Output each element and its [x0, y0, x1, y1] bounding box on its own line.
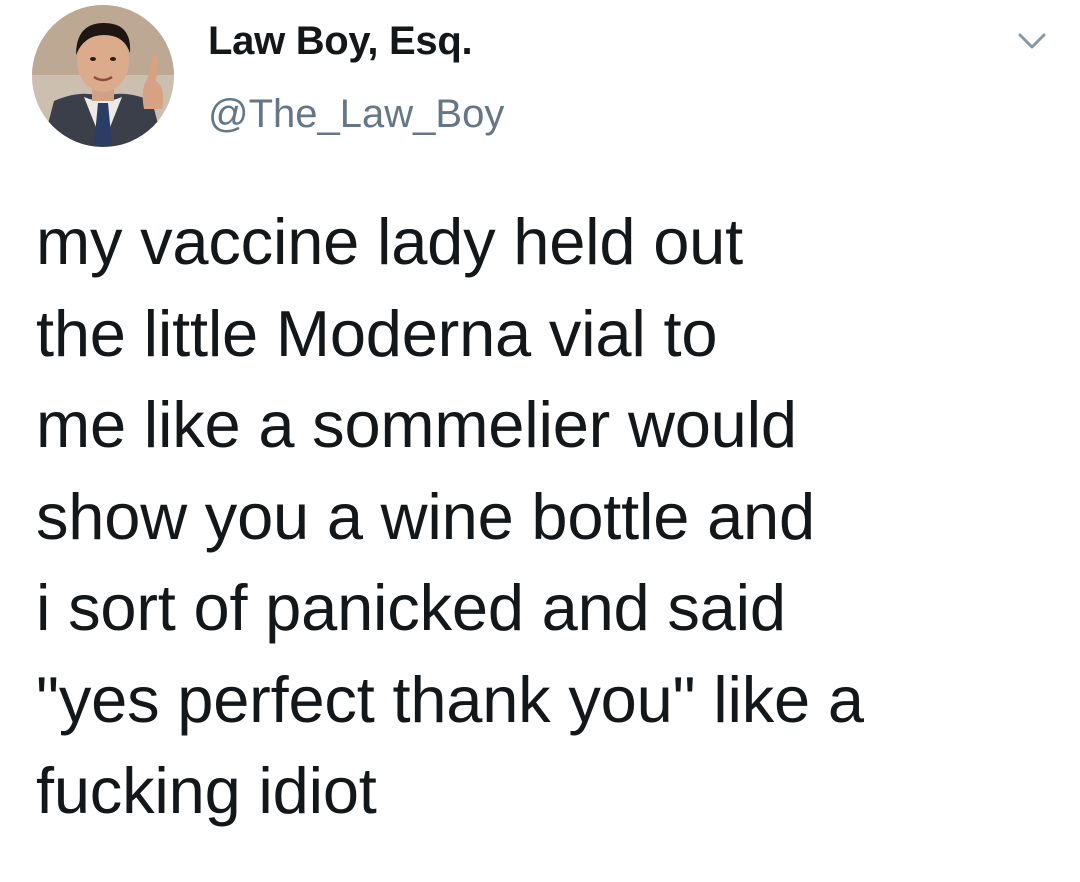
tweet-card: Law Boy, Esq. @The_Law_Boy my vaccine la… [0, 0, 1080, 882]
avatar-image [32, 5, 174, 147]
chevron-down-icon[interactable] [1012, 26, 1052, 56]
avatar[interactable] [32, 5, 174, 147]
tweet-text: my vaccine lady held out the little Mode… [36, 205, 864, 827]
author-handle[interactable]: @The_Law_Boy [208, 92, 504, 137]
author-display-name[interactable]: Law Boy, Esq. [208, 19, 473, 64]
